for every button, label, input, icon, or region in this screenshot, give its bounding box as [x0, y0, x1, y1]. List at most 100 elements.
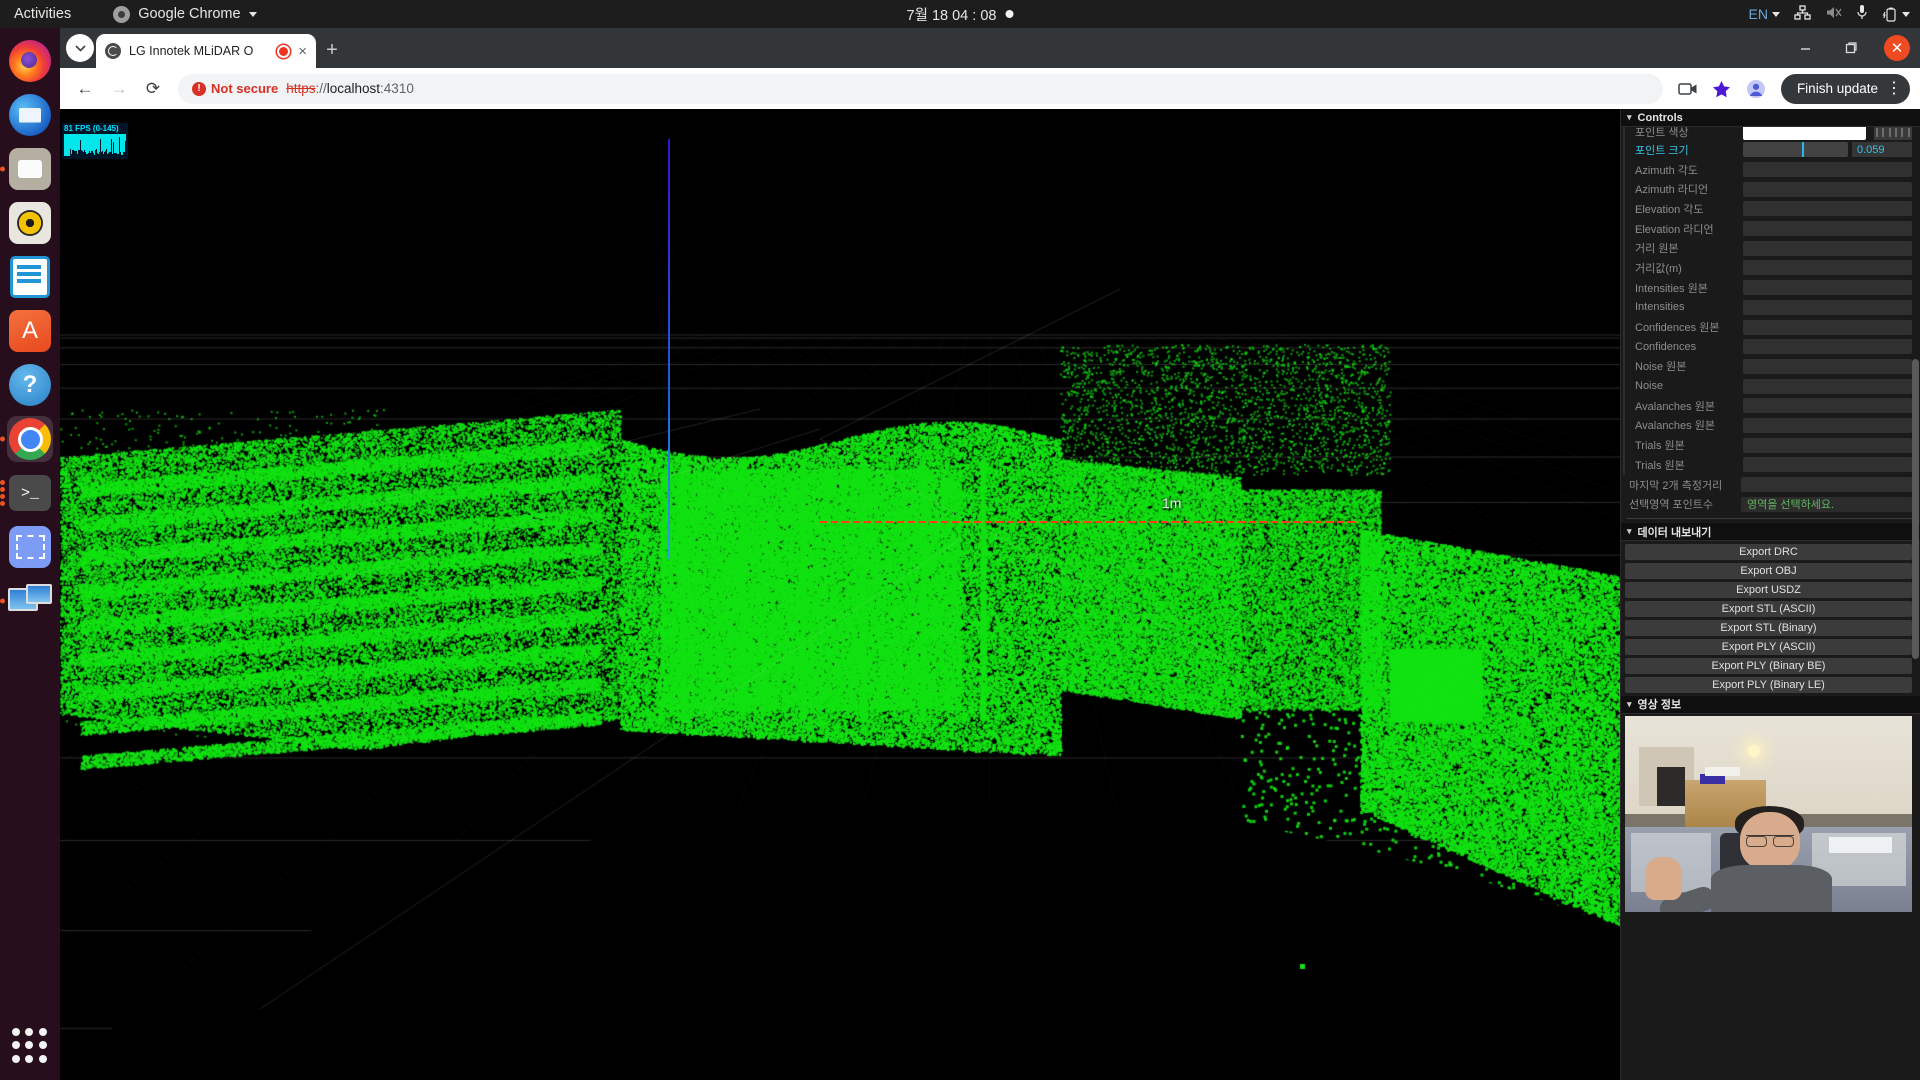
bookmark-star-icon[interactable]: [1707, 74, 1737, 104]
window-minimize-button[interactable]: [1782, 28, 1828, 68]
slider-knob[interactable]: [1802, 142, 1804, 157]
control-row[interactable]: 마지막 2개 측정거리: [1623, 475, 1920, 495]
export-button[interactable]: Export STL (ASCII): [1625, 601, 1912, 618]
control-value-field[interactable]: [1743, 241, 1912, 256]
control-value-field[interactable]: [1743, 438, 1912, 453]
control-row[interactable]: Avalanches 원본: [1623, 416, 1920, 436]
export-button[interactable]: Export OBJ: [1625, 563, 1912, 580]
control-value-field[interactable]: [1743, 398, 1912, 413]
control-row[interactable]: Noise: [1623, 376, 1920, 396]
export-button[interactable]: Export DRC: [1625, 544, 1912, 561]
control-value-field[interactable]: [1743, 182, 1912, 197]
control-row[interactable]: Elevation 각도: [1623, 199, 1920, 219]
security-status-chip[interactable]: ! Not secure: [192, 81, 278, 96]
network-icon[interactable]: [1794, 5, 1811, 24]
control-row[interactable]: Intensities: [1623, 298, 1920, 318]
control-value-field[interactable]: [1743, 320, 1912, 335]
clock-and-calendar[interactable]: 7월 18 04 : 08: [907, 4, 1014, 25]
webcam-preview[interactable]: [1625, 716, 1912, 912]
control-value-field[interactable]: [1743, 418, 1912, 433]
keyboard-layout-indicator[interactable]: EN: [1749, 6, 1780, 22]
control-row[interactable]: 포인트 크기 0.059: [1623, 140, 1920, 160]
control-row[interactable]: Noise 원본: [1623, 357, 1920, 377]
dock-item-help[interactable]: ?: [7, 362, 53, 408]
control-value-field[interactable]: [1743, 359, 1912, 374]
control-row[interactable]: Elevation 라디언: [1623, 219, 1920, 239]
control-value-field[interactable]: [1743, 260, 1912, 275]
control-value-field[interactable]: [1743, 221, 1912, 236]
export-button[interactable]: Export PLY (ASCII): [1625, 639, 1912, 656]
window-close-button[interactable]: ✕: [1874, 28, 1920, 68]
export-section-header[interactable]: ▾ 데이터 내보내기: [1621, 523, 1920, 541]
control-value-field[interactable]: [1743, 300, 1912, 315]
dock-item-terminal[interactable]: >_: [7, 470, 53, 516]
export-button[interactable]: Export STL (Binary): [1625, 620, 1912, 637]
battery-charging-icon[interactable]: [1882, 7, 1910, 22]
finish-update-label: Finish update: [1797, 81, 1878, 96]
control-row[interactable]: Azimuth 라디언: [1623, 179, 1920, 199]
point-color-swatch[interactable]: [1743, 127, 1866, 140]
profile-avatar-icon[interactable]: [1741, 74, 1771, 104]
speaker-muted-icon[interactable]: [1825, 5, 1842, 24]
color-preset-strip[interactable]: [1874, 127, 1912, 140]
dock-item-remote-desktop[interactable]: [7, 578, 53, 624]
control-value-field[interactable]: [1741, 477, 1912, 492]
cast-icon[interactable]: [1673, 74, 1703, 104]
control-row[interactable]: Confidences 원본: [1623, 317, 1920, 337]
export-button[interactable]: Export PLY (Binary BE): [1625, 658, 1912, 675]
dock-item-thunderbird[interactable]: [7, 92, 53, 138]
panel-scrollbar[interactable]: [1912, 129, 1919, 769]
export-button[interactable]: Export USDZ: [1625, 582, 1912, 599]
tab-search-button[interactable]: [66, 34, 94, 62]
panel-scrollbar-thumb[interactable]: [1912, 359, 1919, 659]
control-row[interactable]: 거리 원본: [1623, 238, 1920, 258]
control-row[interactable]: Trials 원본: [1623, 435, 1920, 455]
browser-tab-active[interactable]: LG Innotek MLiDAR O ×: [96, 34, 316, 68]
activities-button[interactable]: Activities: [0, 6, 85, 22]
dock-item-files[interactable]: [7, 146, 53, 192]
control-row[interactable]: 거리값(m): [1623, 258, 1920, 278]
writer-document-icon: [10, 256, 50, 298]
control-label: Noise: [1635, 380, 1743, 392]
address-bar[interactable]: ! Not secure https://localhost:4310: [178, 74, 1663, 104]
tab-close-button[interactable]: ×: [298, 44, 307, 59]
dock-item-ubuntu-software[interactable]: A: [7, 308, 53, 354]
back-button[interactable]: ←: [70, 74, 100, 104]
reload-button[interactable]: ⟳: [138, 74, 168, 104]
control-row[interactable]: Intensities 원본: [1623, 278, 1920, 298]
control-row[interactable]: Trials 원본: [1623, 455, 1920, 475]
control-value-field[interactable]: [1743, 162, 1912, 177]
controls-section-header[interactable]: ▾ Controls: [1621, 109, 1920, 127]
export-button[interactable]: Export PLY (Binary LE): [1625, 677, 1912, 694]
control-value-field[interactable]: [1743, 339, 1912, 354]
control-row[interactable]: 포인트 색상: [1623, 127, 1920, 140]
tab-recording-icon[interactable]: [277, 45, 290, 58]
forward-button[interactable]: →: [104, 74, 134, 104]
window-maximize-button[interactable]: [1828, 28, 1874, 68]
show-applications-button[interactable]: [12, 1028, 48, 1064]
dock-item-rhythmbox[interactable]: [7, 200, 53, 246]
control-value-field[interactable]: [1743, 457, 1912, 472]
control-row[interactable]: Azimuth 각도: [1623, 160, 1920, 180]
fps-stats-overlay[interactable]: 81 FPS (0-145): [62, 123, 128, 159]
control-row[interactable]: Confidences: [1623, 337, 1920, 357]
control-value-field[interactable]: [1743, 201, 1912, 216]
new-tab-button[interactable]: +: [318, 36, 346, 64]
control-value-field[interactable]: [1743, 280, 1912, 295]
dock-item-screenshot[interactable]: [7, 524, 53, 570]
microphone-icon[interactable]: [1856, 4, 1868, 24]
control-value-field[interactable]: 영역을 선택하세요.: [1741, 497, 1912, 512]
point-size-value[interactable]: 0.059: [1852, 142, 1912, 157]
app-menu-google-chrome[interactable]: Google Chrome: [113, 6, 256, 23]
control-value-field[interactable]: [1743, 379, 1912, 394]
finish-update-button[interactable]: Finish update ⋮: [1781, 74, 1910, 104]
point-size-slider[interactable]: [1743, 142, 1848, 157]
dock-item-libreoffice-writer[interactable]: [7, 254, 53, 300]
dock-item-google-chrome[interactable]: [7, 416, 53, 462]
control-row[interactable]: Avalanches 원본: [1623, 396, 1920, 416]
chrome-menu-button[interactable]: ⋮: [1886, 83, 1902, 94]
dock-item-firefox[interactable]: [7, 38, 53, 84]
control-row[interactable]: 선택영역 포인트수 영역을 선택하세요.: [1623, 494, 1920, 514]
video-section-header[interactable]: ▾ 영상 정보: [1621, 696, 1920, 714]
control-label: Noise 원본: [1635, 358, 1743, 374]
